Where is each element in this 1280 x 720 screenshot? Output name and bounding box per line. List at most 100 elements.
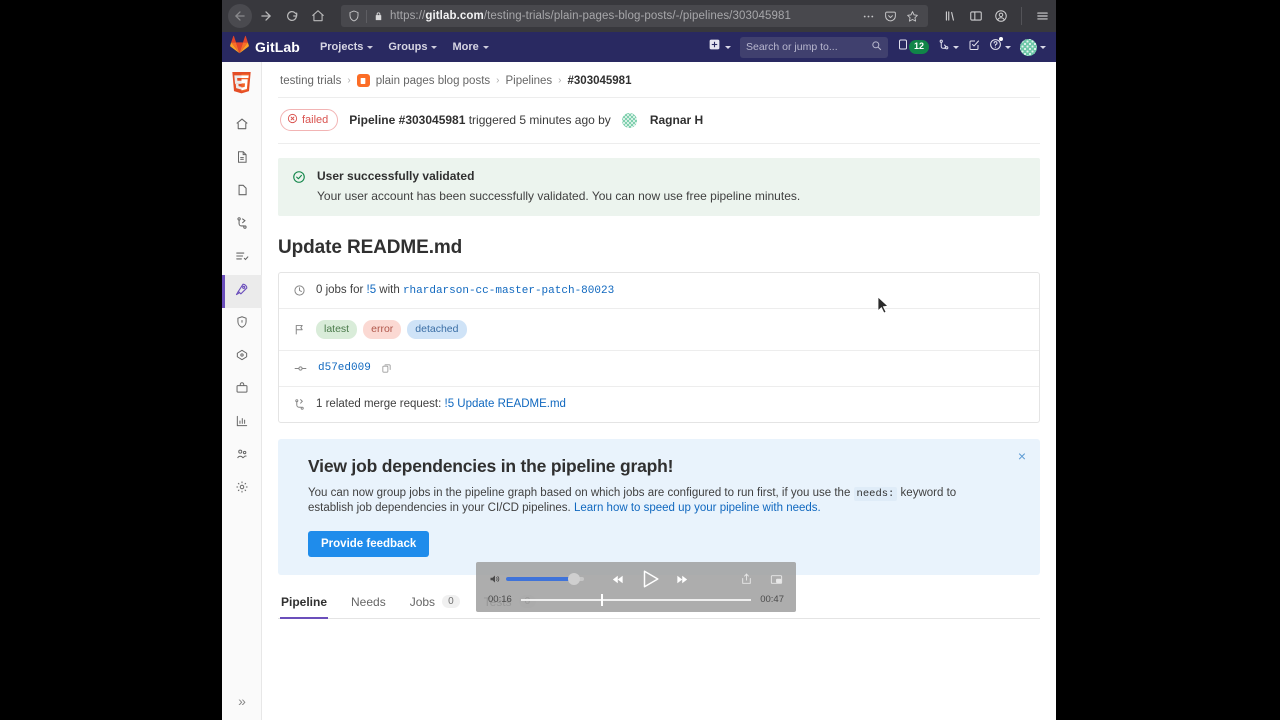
tab-jobs[interactable]: Jobs 0 [409, 588, 461, 618]
breadcrumb-pipelines[interactable]: Pipelines [506, 75, 553, 87]
browser-window: https://gitlab.com/testing-trials/plain-… [222, 0, 1056, 720]
sidebar-item-requirements[interactable] [222, 242, 262, 275]
account-icon[interactable] [994, 9, 1008, 23]
tracking-shield-icon[interactable] [348, 10, 360, 22]
badge-latest: latest [316, 320, 358, 339]
menu-more[interactable]: More [446, 37, 494, 57]
library-icon[interactable] [943, 9, 958, 23]
commit-sha-link[interactable]: d57ed009 [318, 362, 371, 374]
playback-buttons [609, 568, 691, 590]
sidebar-icon[interactable] [969, 9, 983, 23]
promo-learn-link[interactable]: Learn how to speed up your pipeline with… [574, 502, 821, 514]
shield-icon [235, 315, 249, 334]
volume-slider[interactable] [506, 573, 584, 585]
search-box[interactable] [739, 36, 888, 58]
play-icon[interactable] [639, 568, 661, 590]
address-bar-actions [862, 10, 921, 23]
breadcrumb-project[interactable]: plain pages blog posts [376, 75, 490, 87]
merge-request-icon [938, 38, 950, 56]
fast-forward-icon[interactable] [674, 573, 691, 586]
back-button[interactable] [228, 4, 252, 28]
validation-alert-body: User successfully validated Your user ac… [317, 169, 800, 203]
playhead[interactable] [601, 593, 604, 606]
jobs-mr-link[interactable]: !5 [367, 284, 377, 296]
deploy-cloud-icon [235, 348, 249, 367]
volume-icon[interactable] [488, 573, 501, 585]
issues-button[interactable]: 12 [897, 38, 929, 56]
user-menu-button[interactable] [1020, 38, 1046, 56]
hamburger-menu-icon[interactable] [1035, 9, 1050, 23]
sidebar-collapse-toggle[interactable]: » [222, 688, 262, 714]
help-button[interactable] [989, 37, 1011, 56]
html5-project-logo[interactable]: HTML5 [229, 70, 255, 100]
browser-actions [937, 7, 1050, 25]
page-actions-icon[interactable] [862, 10, 875, 23]
volume-slider-fill [506, 577, 576, 581]
tab-pipeline[interactable]: Pipeline [280, 588, 329, 619]
branch-link[interactable]: rhardarson-cc-master-patch-80023 [403, 285, 614, 297]
menu-groups[interactable]: Groups [382, 37, 443, 57]
sidebar-item-members[interactable] [222, 440, 262, 473]
status-badge[interactable]: failed [280, 109, 339, 131]
new-item-button[interactable] [708, 38, 731, 56]
volume-control[interactable] [488, 573, 584, 585]
home-button[interactable] [306, 4, 330, 28]
sidebar-item-settings[interactable] [222, 473, 262, 506]
search-input[interactable] [745, 41, 867, 53]
sidebar-item-repository[interactable] [222, 143, 262, 176]
sidebar-item-issues[interactable] [222, 176, 262, 209]
sidebar-item-ci-cd[interactable] [222, 275, 262, 308]
close-icon[interactable]: × [1018, 449, 1026, 463]
todos-button[interactable] [968, 38, 980, 56]
tab-needs[interactable]: Needs [350, 588, 387, 618]
sidebar-item-deployments[interactable] [222, 341, 262, 374]
reload-button[interactable] [280, 4, 304, 28]
rewind-icon[interactable] [609, 573, 626, 586]
avatar [1020, 38, 1037, 56]
gitlab-nav-actions: 12 [708, 36, 1046, 58]
sidebar-item-merge-requests[interactable] [222, 209, 262, 242]
jobs-row-text: 0 jobs for !5 with rhardarson-cc-master-… [316, 284, 614, 297]
provide-feedback-button[interactable]: Provide feedback [308, 530, 430, 557]
todos-icon [968, 38, 980, 56]
gitlab-logo-icon [230, 35, 249, 59]
chart-bar-icon [235, 414, 249, 433]
screen: https://gitlab.com/testing-trials/plain-… [0, 0, 1280, 720]
share-icon[interactable] [740, 572, 753, 586]
sidebar-item-analytics[interactable] [222, 407, 262, 440]
tab-jobs-label: Jobs [409, 594, 436, 609]
lock-icon[interactable] [373, 11, 384, 22]
volume-slider-knob[interactable] [568, 573, 580, 585]
forward-button[interactable] [254, 4, 278, 28]
url-text[interactable]: https://gitlab.com/testing-trials/plain-… [390, 10, 856, 22]
gitlab-top-navigation: GitLab Projects Groups More Search or ju… [222, 32, 1056, 62]
bookmark-star-icon[interactable] [906, 10, 919, 23]
breadcrumb-group[interactable]: testing trials [280, 75, 341, 87]
validation-alert-title: User successfully validated [317, 169, 475, 183]
chevron-down-icon [724, 45, 731, 49]
video-progress-row: 00:16 00:47 [488, 593, 784, 606]
current-time: 00:16 [488, 594, 512, 605]
address-bar[interactable]: https://gitlab.com/testing-trials/plain-… [341, 5, 928, 27]
merge-request-row: 1 related merge request: !5 Update READM… [279, 387, 1039, 422]
document-icon [235, 150, 249, 169]
pocket-icon[interactable] [884, 10, 897, 23]
triggered-by-user[interactable]: Ragnar H [650, 113, 703, 127]
pipeline-info-card: 0 jobs for !5 with rhardarson-cc-master-… [278, 272, 1040, 423]
sidebar-item-security-compliance[interactable] [222, 308, 262, 341]
search-icon[interactable] [871, 38, 882, 56]
copy-icon[interactable] [381, 363, 392, 374]
jobs-count-text: 0 jobs for [316, 284, 367, 296]
related-mr-link[interactable]: !5 Update README.md [445, 398, 566, 410]
gitlab-home-link[interactable]: GitLab [230, 35, 300, 59]
merge-requests-button[interactable] [938, 38, 959, 56]
sidebar-item-project-home[interactable] [222, 110, 262, 143]
help-notification-dot [999, 37, 1003, 41]
avatar[interactable] [621, 112, 637, 128]
menu-projects[interactable]: Projects [314, 37, 379, 57]
video-player-controls: 00:16 00:47 [476, 562, 796, 612]
sidebar-item-packages-registries[interactable] [222, 374, 262, 407]
picture-in-picture-icon[interactable] [769, 573, 784, 586]
badge-error: error [363, 320, 402, 339]
seek-bar[interactable] [520, 593, 752, 606]
